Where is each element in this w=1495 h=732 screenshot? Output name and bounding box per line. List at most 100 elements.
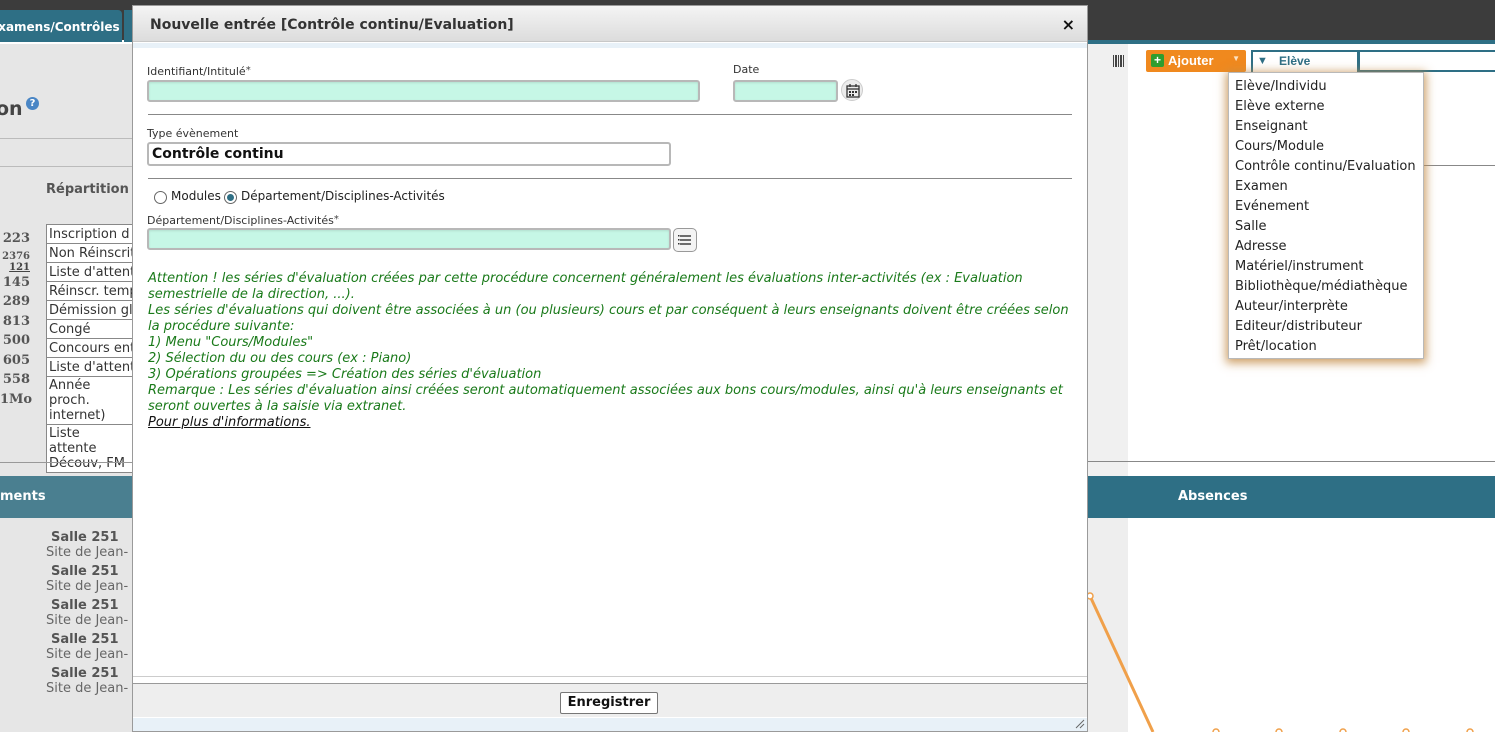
table-cell: Concours ent (46, 338, 133, 358)
radio-modules[interactable] (154, 191, 167, 204)
menu-item[interactable]: Elève/Individu (1229, 78, 1423, 98)
menu-item[interactable]: Cours/Module (1229, 138, 1423, 158)
repartition-table: Inscription d Non Réinscrit Liste d'atte… (46, 224, 133, 473)
table-row: Liste d'attent (46, 262, 133, 282)
menu-item[interactable]: Enseignant (1229, 118, 1423, 138)
menu-item[interactable]: Evénement (1229, 198, 1423, 218)
room-name: Salle 251 (51, 666, 119, 681)
menu-item[interactable]: Contrôle continu/Evaluation (1229, 158, 1423, 178)
table-cell: Liste attente Découv, FM (46, 424, 133, 473)
dialog-header[interactable]: Nouvelle entrée [Contrôle continu/Evalua… (133, 6, 1087, 42)
tab-examens-controles[interactable]: Examens/Contrôles (0, 10, 122, 42)
table-cell: Liste d'attent (46, 357, 133, 377)
chart-line (1088, 595, 1155, 732)
plus-icon: + (1151, 54, 1164, 67)
divider (0, 166, 132, 167)
stat-number: 1Mo (0, 391, 33, 407)
date-field[interactable] (733, 80, 838, 102)
table-cell: Liste d'attent (46, 262, 133, 282)
stat-number: 145 (2, 274, 30, 290)
stat-number: 289 (2, 294, 30, 309)
notice-line: Les séries d'évaluations qui doivent êtr… (148, 303, 1069, 334)
required-mark: * (245, 65, 251, 76)
help-icon[interactable]: ? (26, 97, 39, 110)
menu-item[interactable]: Auteur/interprète (1229, 298, 1423, 318)
stat-number: 605 (2, 352, 30, 368)
table-cell: Congé (46, 319, 133, 339)
barcode-icon[interactable] (1112, 54, 1126, 68)
notice-text: Attention ! les séries d'évaluation créé… (148, 271, 1078, 431)
list-item[interactable]: Salle 251 Site de Jean- (46, 530, 132, 564)
table-row: Inscription d (46, 224, 133, 244)
notice-line: 3) Opérations groupées => Création des s… (148, 367, 542, 382)
room-list: Salle 251 Site de Jean- Salle 251 Site d… (46, 530, 132, 700)
type-select[interactable]: ▼ Elève (1251, 50, 1359, 72)
room-site: Site de Jean- (46, 647, 129, 662)
radio-department-label[interactable]: Département/Disciplines-Activités (241, 189, 445, 203)
menu-item[interactable]: Elève externe (1229, 98, 1423, 118)
table-cell: Démission gl (46, 300, 133, 320)
save-button[interactable]: Enregistrer (560, 692, 658, 714)
more-info-link[interactable]: Pour plus d'informations. (148, 415, 311, 430)
identifier-label: Identifiant/Intitulé* (147, 65, 251, 78)
caret-down-icon: ▼ (1232, 54, 1240, 63)
list-item[interactable]: Salle 251 Site de Jean- (46, 666, 132, 700)
stats-number-column: 223 2376 121 145 289 813 500 605 558 1Mo (0, 231, 33, 411)
divider (1088, 461, 1495, 462)
department-field[interactable] (147, 228, 671, 250)
notice-line: Remarque : Les séries d'évaluation ainsi… (148, 383, 1063, 414)
table-cell: Réinscr. temp (46, 281, 133, 301)
resize-grip-icon[interactable] (1075, 719, 1085, 729)
list-item[interactable]: Salle 251 Site de Jean- (46, 598, 132, 632)
menu-item[interactable]: Salle (1229, 218, 1423, 238)
type-select-value: Elève (1279, 54, 1311, 68)
room-name: Salle 251 (51, 632, 119, 647)
room-site: Site de Jean- (46, 545, 129, 560)
section-heading-left: ments (0, 489, 46, 504)
table-row: Réinscr. temp (46, 281, 133, 301)
list-icon[interactable] (673, 228, 697, 252)
table-row: Démission gl (46, 300, 133, 320)
table-cell: Année proch. internet) (46, 376, 133, 425)
stat-number: 2376 (2, 250, 30, 262)
room-site: Site de Jean- (46, 613, 129, 628)
event-type-field[interactable]: Contrôle continu (147, 142, 671, 166)
room-site: Site de Jean- (46, 579, 129, 594)
radio-modules-label[interactable]: Modules (171, 189, 221, 203)
absences-heading: Absences (1178, 489, 1248, 504)
absences-chart (1088, 592, 1474, 732)
repartition-heading: Répartition (46, 182, 129, 197)
stat-number-link[interactable]: 121 (0, 262, 30, 275)
menu-item[interactable]: Matériel/instrument (1229, 258, 1423, 278)
table-cell: Non Réinscrit (46, 243, 133, 263)
chart-point (1088, 592, 1094, 600)
notice-line: 1) Menu "Cours/Modules" (148, 335, 314, 350)
list-item[interactable]: Salle 251 Site de Jean- (46, 632, 132, 666)
menu-item[interactable]: Adresse (1229, 238, 1423, 258)
add-button-label: Ajouter (1168, 53, 1214, 68)
close-icon[interactable]: × (1062, 15, 1075, 34)
room-name: Salle 251 (51, 598, 119, 613)
stat-number: 500 (2, 333, 30, 348)
room-site: Site de Jean- (46, 681, 129, 696)
identifier-field[interactable] (147, 80, 700, 102)
table-row: Concours ent (46, 338, 133, 358)
menu-item[interactable]: Bibliothèque/médiathèque (1229, 278, 1423, 298)
stat-number: 813 (2, 313, 30, 329)
add-button[interactable]: + Ajouter ▼ (1146, 50, 1246, 72)
menu-item[interactable]: Prêt/location (1229, 338, 1423, 358)
table-row: Non Réinscrit (46, 243, 133, 263)
dialog-subbar (133, 43, 1087, 48)
required-mark: * (333, 214, 339, 225)
table-row: Année proch. internet) (46, 376, 133, 425)
menu-item[interactable]: Editeur/distributeur (1229, 318, 1423, 338)
calendar-icon[interactable] (841, 79, 863, 101)
divider (133, 676, 1087, 677)
toolbar-accent-line (1088, 40, 1495, 44)
radio-department[interactable] (224, 191, 237, 204)
menu-item[interactable]: Examen (1229, 178, 1423, 198)
search-input[interactable] (1358, 50, 1495, 72)
room-name: Salle 251 (51, 564, 119, 579)
list-item[interactable]: Salle 251 Site de Jean- (46, 564, 132, 598)
date-label: Date (733, 63, 760, 76)
